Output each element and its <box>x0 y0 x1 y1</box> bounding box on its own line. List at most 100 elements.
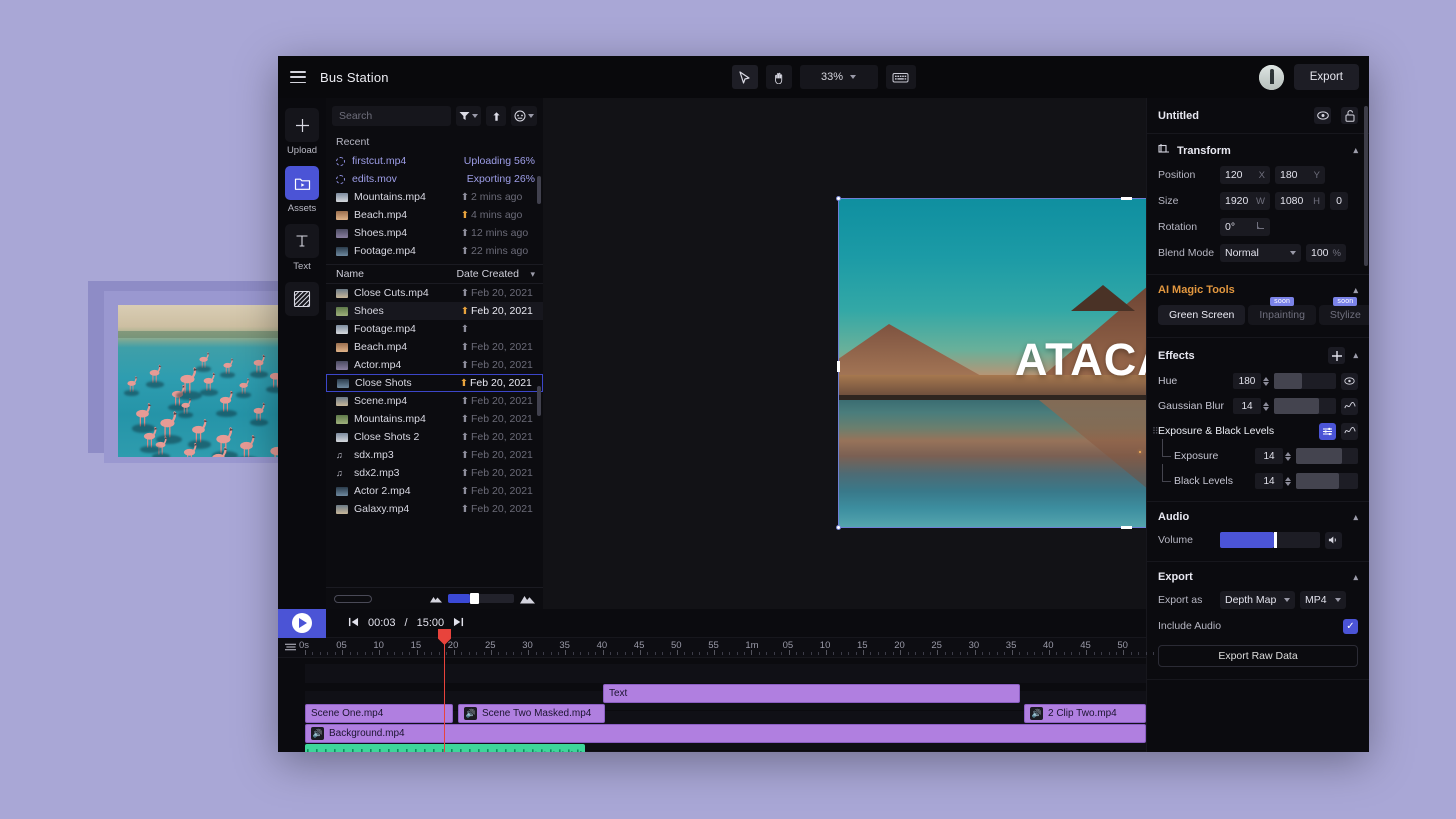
table-row[interactable]: Beach.mp4 ⬆ Feb 20, 2021 <box>326 338 543 356</box>
export-container-dropdown[interactable]: MP4 <box>1300 591 1346 609</box>
recent-list-item[interactable]: Footage.mp4 ⬆ 22 mins ago <box>326 242 543 260</box>
skip-previous-icon[interactable] <box>348 617 359 630</box>
export-raw-data-button[interactable]: Export Raw Data <box>1158 645 1358 667</box>
effect-value[interactable]: 14 <box>1255 473 1283 489</box>
position-y-field[interactable]: 180 Y <box>1275 166 1325 184</box>
scrollbar-handle[interactable] <box>334 594 372 603</box>
table-row[interactable]: Galaxy.mp4 ⬆ Feb 20, 2021 <box>326 500 543 518</box>
eye-icon[interactable] <box>1314 107 1331 124</box>
sidebar-item-text[interactable]: Text <box>285 224 319 272</box>
table-row[interactable]: Mountains.mp4 ⬆ Feb 20, 2021 <box>326 410 543 428</box>
table-row[interactable]: ♫ sdx2.mp3 ⬆ Feb 20, 2021 <box>326 464 543 482</box>
large-thumbs-icon[interactable] <box>520 593 535 605</box>
timeline-clip[interactable]: 🔊 Background.mp4 <box>305 724 1146 743</box>
table-row[interactable]: Close Shots 2 ⬆ Feb 20, 2021 <box>326 428 543 446</box>
hand-tool-button[interactable] <box>765 65 792 89</box>
properties-scrollbar[interactable] <box>1364 106 1368 266</box>
column-header-date[interactable]: Date Created <box>456 268 530 280</box>
chevron-up-icon[interactable]: ▴ <box>1353 285 1358 296</box>
recent-scrollbar[interactable] <box>537 176 541 204</box>
volume-slider[interactable] <box>1220 532 1320 548</box>
recent-list-item[interactable]: Shoes.mp4 ⬆ 12 mins ago <box>326 224 543 242</box>
skip-next-icon[interactable] <box>453 617 464 630</box>
stepper[interactable] <box>1263 376 1269 386</box>
timeline-clip[interactable]: 🔊 2 Clip Two.mp4 <box>1024 704 1146 723</box>
hamburger-icon[interactable] <box>290 71 306 83</box>
thumbnail-size-slider[interactable] <box>448 593 514 604</box>
rotation-field[interactable]: 0° <box>1220 218 1270 236</box>
export-format-dropdown[interactable]: Depth Map <box>1220 591 1295 609</box>
plus-icon[interactable] <box>1328 347 1346 364</box>
effect-slider[interactable] <box>1296 473 1358 489</box>
sidebar-item-upload[interactable]: Upload <box>285 108 319 156</box>
speaker-icon[interactable] <box>1325 531 1342 549</box>
table-row[interactable]: Shoes ⬆ Feb 20, 2021 <box>326 302 543 320</box>
column-header-name[interactable]: Name <box>336 268 456 280</box>
effect-group-exposure-black-levels[interactable]: ⠿ Exposure & Black Levels <box>1152 422 1358 440</box>
magic-chip-stylize[interactable]: soon Stylize <box>1318 297 1369 325</box>
stepper[interactable] <box>1285 476 1291 486</box>
chevron-down-icon[interactable]: ▾ <box>530 269 535 280</box>
timeline-ruler[interactable]: 0s 05 10 15 20 25 30 35 40 45 50 55 1m 05 10 15 20 25 30 35… <box>278 638 1155 658</box>
effect-slider[interactable] <box>1274 373 1336 389</box>
effect-value[interactable]: 14 <box>1233 398 1261 414</box>
recent-list-item[interactable]: Beach.mp4 ⬆ 4 mins ago <box>326 206 543 224</box>
table-row[interactable]: Actor.mp4 ⬆ Feb 20, 2021 <box>326 356 543 374</box>
sidebar-item-pattern[interactable] <box>285 282 319 316</box>
keyboard-shortcuts-button[interactable] <box>885 65 916 89</box>
stepper[interactable] <box>1285 451 1291 461</box>
timeline-clip[interactable]: 🔊 Scene Two Masked.mp4 <box>458 704 605 723</box>
more-options-icon[interactable] <box>511 106 537 126</box>
timeline-clip[interactable]: Scene One.mp4 <box>305 704 453 723</box>
size-extra-field[interactable]: 0 <box>1330 192 1348 210</box>
chevron-up-icon[interactable]: ▴ <box>1353 572 1358 583</box>
recent-list-item[interactable]: firstcut.mp4 Uploading 56% <box>326 152 543 170</box>
play-button[interactable] <box>278 608 326 638</box>
filter-icon[interactable] <box>456 106 481 126</box>
blend-mode-dropdown[interactable]: Normal <box>1220 244 1301 262</box>
chevron-up-icon[interactable]: ▴ <box>1353 145 1358 156</box>
drag-dots-icon[interactable]: ⠿ <box>1152 426 1159 437</box>
size-width-field[interactable]: 1920 W <box>1220 192 1270 210</box>
zoom-level-dropdown[interactable]: 33% <box>799 65 878 89</box>
table-row[interactable]: Close Cuts.mp4 ⬆ Feb 20, 2021 <box>326 284 543 302</box>
search-input[interactable]: Search <box>332 106 451 126</box>
table-row[interactable]: Actor 2.mp4 ⬆ Feb 20, 2021 <box>326 482 543 500</box>
table-row[interactable]: Footage.mp4 ⬆ <box>326 320 543 338</box>
size-height-field[interactable]: 1080 H <box>1275 192 1325 210</box>
chevron-up-icon[interactable]: ▴ <box>1353 350 1358 361</box>
table-row[interactable]: Close Shots ⬆ Feb 20, 2021 <box>326 374 543 392</box>
timeline-tracks[interactable]: Text Scene One.mp4 🔊 Scene Two Masked.mp4 🔊 2… <box>278 658 1146 752</box>
timeline-track-lane[interactable] <box>305 664 1146 683</box>
position-x-field[interactable]: 120 X <box>1220 166 1270 184</box>
include-audio-checkbox[interactable]: ✓ <box>1343 618 1358 634</box>
eye-icon[interactable] <box>1341 372 1358 390</box>
magic-chip-green-screen[interactable]: Green Screen <box>1158 305 1246 325</box>
table-row[interactable]: ♫ sdx.mp3 ⬆ Feb 20, 2021 <box>326 446 543 464</box>
sort-arrow-icon[interactable] <box>486 106 506 126</box>
sidebar-item-assets[interactable]: Assets <box>285 166 319 214</box>
recent-list-item[interactable]: edits.mov Exporting 26% <box>326 170 543 188</box>
sliders-icon[interactable] <box>1319 422 1336 440</box>
effect-slider[interactable] <box>1274 398 1336 414</box>
stepper[interactable] <box>1263 401 1269 411</box>
recent-list-item[interactable]: Mountains.mp4 ⬆ 2 mins ago <box>326 188 543 206</box>
magic-chip-inpainting[interactable]: soon Inpainting <box>1248 297 1316 325</box>
timeline-audio-clip[interactable] <box>305 744 585 752</box>
small-thumbs-icon[interactable] <box>430 594 442 604</box>
playhead[interactable] <box>438 629 451 752</box>
timeline-clip[interactable]: Text <box>603 684 1020 703</box>
opacity-field[interactable]: 100 % <box>1306 244 1346 262</box>
unlock-icon[interactable] <box>1341 107 1358 124</box>
timeline-settings-icon[interactable] <box>284 642 297 656</box>
curve-icon[interactable] <box>1341 422 1358 440</box>
effect-value[interactable]: 180 <box>1233 373 1261 389</box>
avatar[interactable] <box>1258 64 1284 90</box>
chevron-up-icon[interactable]: ▴ <box>1353 512 1358 523</box>
select-tool-button[interactable] <box>731 65 758 89</box>
table-row[interactable]: Scene.mp4 ⬆ Feb 20, 2021 <box>326 392 543 410</box>
preview-canvas[interactable]: ATACAMA <box>543 98 1369 609</box>
export-button[interactable]: Export <box>1293 64 1359 90</box>
curve-icon[interactable] <box>1341 397 1358 415</box>
effect-value[interactable]: 14 <box>1255 448 1283 464</box>
